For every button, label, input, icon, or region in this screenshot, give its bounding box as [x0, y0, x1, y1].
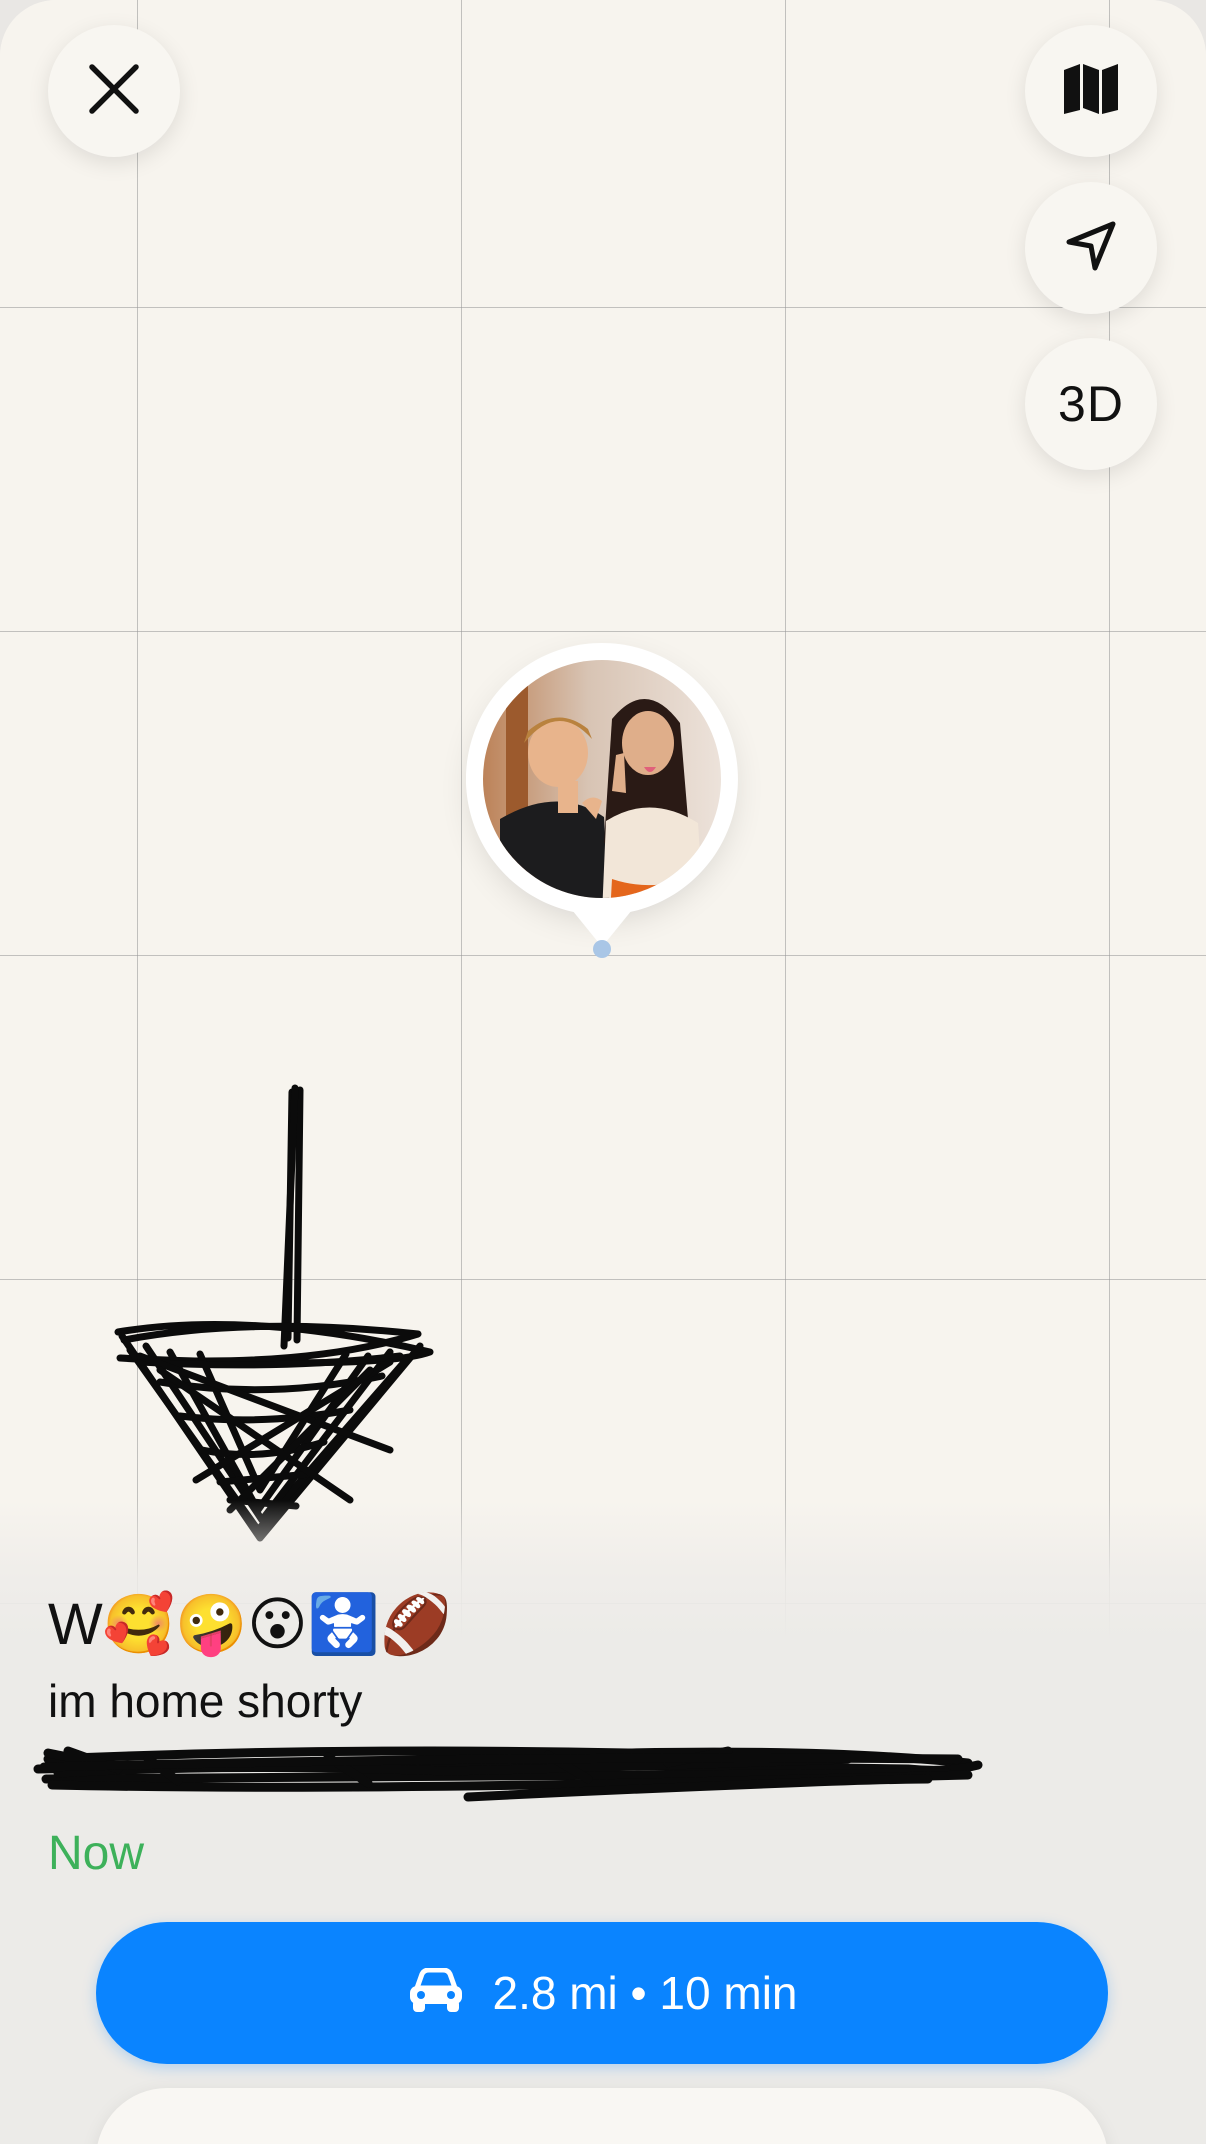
last-updated: Now — [48, 1827, 145, 1880]
secondary-action-button[interactable] — [96, 2088, 1108, 2144]
address-redacted — [33, 1739, 1148, 1809]
place-details: W 🥰 🤪 😮 🚼 🏈 im home shorty Now — [33, 1585, 1148, 1889]
directions-button[interactable]: 2.8 mi • 10 min — [96, 1922, 1108, 2064]
emoji-5: 🏈 — [379, 1592, 453, 1657]
map-mode-button[interactable] — [1025, 25, 1157, 157]
emoji-3: 😮 — [247, 1592, 308, 1657]
close-button[interactable] — [48, 25, 180, 157]
place-title: W 🥰 🤪 😮 🚼 🏈 — [48, 1585, 1148, 1665]
directions-label: 2.8 mi • 10 min — [492, 1967, 798, 2019]
redaction-scribble — [33, 1746, 983, 1802]
friend-avatar-pin — [466, 643, 738, 958]
car-icon — [407, 1967, 465, 2019]
current-location-button[interactable] — [1025, 182, 1157, 314]
3d-toggle-button[interactable]: 3D — [1025, 338, 1157, 470]
status-message: im home shorty — [48, 1675, 363, 1727]
map-icon — [1062, 62, 1120, 121]
emoji-1: 🥰 — [102, 1592, 175, 1657]
hand-drawn-arrow — [114, 1084, 434, 1542]
close-icon — [86, 61, 142, 122]
location-detail-screen: 3D W 🥰 🤪 😮 🚼 🏈 im home shorty Now 2.8 mi… — [0, 0, 1206, 2144]
emoji-2: 🤪 — [174, 1592, 248, 1657]
emoji-4: 🚼 — [307, 1592, 380, 1657]
title-text: W — [48, 1592, 103, 1657]
friend-location-pin[interactable] — [466, 643, 738, 963]
3d-label: 3D — [1058, 376, 1124, 432]
location-arrow-icon — [1063, 218, 1119, 279]
